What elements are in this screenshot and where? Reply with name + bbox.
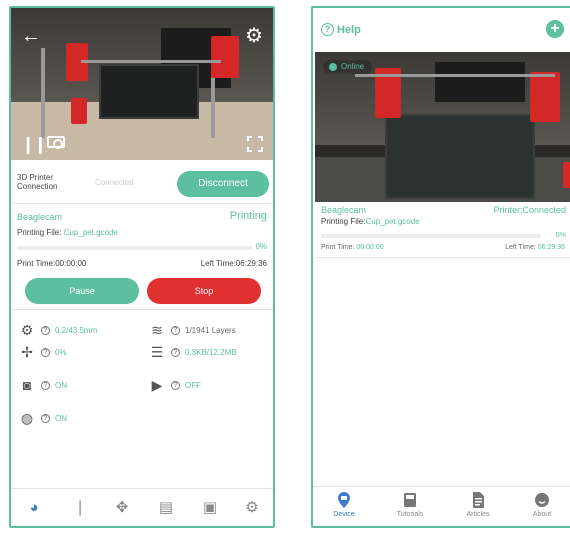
time-row: Print Time:00:00:00 Left Time:06:29:36 — [17, 259, 267, 268]
stop-button[interactable]: Stop — [147, 278, 261, 304]
progress-percent: 0% — [555, 232, 566, 239]
camera-preview[interactable]: Online — [315, 52, 570, 202]
nav-articles-label: Articles — [466, 511, 490, 518]
device-name: Beaglecam — [321, 205, 367, 215]
print-time-label: Print Time: — [321, 244, 355, 251]
device-list-screen: ? Help + Online Beaglecam Printer:Connec… — [311, 6, 570, 528]
settings-icon[interactable]: ⚙ — [243, 499, 261, 517]
recording-value: OFF — [185, 380, 201, 390]
help-icon: ? — [321, 23, 334, 36]
left-time: Left Time:06:29:36 — [200, 259, 267, 268]
timelapse-stat[interactable]: ◙ ? ON — [19, 377, 67, 393]
progress-percent: 0% — [255, 242, 267, 251]
help-icon[interactable]: ? — [41, 347, 50, 357]
plus-icon[interactable]: + — [546, 20, 564, 38]
gear-icon[interactable]: ⚙ — [245, 26, 263, 46]
nav-device-label: Device — [333, 511, 355, 518]
move-icon[interactable]: ✥ — [113, 499, 131, 517]
device-icon — [336, 491, 352, 509]
gcode-icon[interactable]: ▣ — [201, 499, 219, 517]
filament-icon: ⚙ — [20, 322, 34, 338]
time-row: Print Time: 00:00:00 Left Time: 06:29:36 — [321, 244, 565, 251]
book-icon — [402, 491, 418, 509]
online-label: Online — [341, 62, 365, 71]
ai-value: ON — [55, 413, 67, 423]
layers-stat[interactable]: ≋ ? 1/1941 Layers — [149, 322, 236, 338]
help-icon[interactable]: ? — [41, 325, 50, 335]
fullscreen-icon[interactable] — [247, 136, 263, 152]
back-arrow-icon[interactable]: ← — [21, 26, 41, 46]
camera-icon[interactable] — [47, 136, 65, 149]
device-card[interactable]: Online Beaglecam Printer:Connected Print… — [315, 52, 570, 258]
help-icon[interactable]: ? — [171, 325, 180, 335]
nav-tutorials[interactable]: Tutorials — [385, 491, 435, 518]
file-name: Cup_pet.gcode — [63, 228, 118, 237]
ai-icon: ◍ — [20, 410, 34, 426]
database-icon: ☰ — [150, 344, 164, 360]
nozzle-value: 0.2/43.5mm — [55, 325, 98, 335]
nav-about[interactable]: About — [517, 491, 567, 518]
help-icon[interactable]: ? — [171, 380, 180, 390]
recording-stat[interactable]: ▶ ? OFF — [149, 377, 201, 393]
file-label: Printing File: — [17, 228, 62, 237]
storage-value: 0.3KB/12.2MB — [185, 347, 237, 357]
help-link[interactable]: ? Help — [321, 23, 361, 36]
print-state: Printing — [229, 210, 267, 222]
connection-status: Connected — [95, 178, 134, 187]
timelapse-value: ON — [55, 380, 67, 390]
nav-device[interactable]: Device — [319, 491, 369, 518]
pause-button[interactable]: Pause — [25, 278, 139, 304]
help-icon[interactable]: ? — [41, 380, 50, 390]
printing-file: Printing File: Cup_pet.gcode — [17, 228, 118, 237]
bottom-nav: Device Tutorials Articles About — [313, 486, 570, 526]
online-dot — [329, 63, 337, 71]
ai-detection-stat[interactable]: ◍ ? ON — [19, 410, 67, 426]
nozzle-stat[interactable]: ⚙ ? 0.2/43.5mm — [19, 322, 98, 338]
file-label: Printing File: — [321, 217, 366, 226]
printing-file: Printing File:Cup_pet.gcode — [321, 217, 420, 226]
thermometer-icon[interactable]: ❘ — [71, 499, 89, 517]
file-name: Cup_pet.gcode — [365, 217, 420, 226]
document-icon — [470, 491, 486, 509]
bottom-nav: ◕ ❘ ✥ ▤ ▣ ⚙ — [11, 488, 273, 526]
online-badge: Online — [323, 60, 373, 74]
progress-bar — [17, 246, 253, 250]
connection-row: 3D Printer Connection Connected Disconne… — [11, 162, 273, 204]
left-time: 06:29:36 — [537, 244, 565, 251]
help-icon[interactable]: ? — [41, 413, 50, 423]
layers-icon: ≋ — [151, 322, 163, 338]
layers-value: 1/1941 Layers — [185, 325, 236, 335]
camera-feed[interactable]: ← ⚙ ❙❙ — [11, 8, 273, 160]
print-job-section: Beaglecam Printing Printing File: Cup_pe… — [11, 206, 273, 310]
fan-value: 0% — [55, 347, 67, 357]
smiley-icon — [534, 491, 550, 509]
progress-bar — [321, 234, 541, 238]
printer-control-screen: ← ⚙ ❙❙ 3D Printer Connection Connected D… — [9, 6, 275, 528]
connection-label: 3D Printer Connection — [17, 173, 58, 191]
dashboard-icon[interactable]: ◕ — [25, 499, 43, 517]
video-icon: ▶ — [151, 377, 163, 393]
storage-stat[interactable]: ☰ ? 0.3KB/12.2MB — [149, 344, 237, 360]
print-time: Print Time:00:00:00 — [17, 259, 87, 268]
fan-icon: ✢ — [21, 344, 33, 360]
help-icon[interactable]: ? — [171, 347, 180, 357]
disconnect-button[interactable]: Disconnect — [177, 171, 269, 197]
help-label: Help — [337, 23, 361, 36]
nav-tutorials-label: Tutorials — [396, 511, 424, 518]
print-time: 00:00:00 — [356, 244, 384, 251]
camera-name: Beaglecam — [17, 212, 63, 222]
timelapse-camera-icon: ◙ — [22, 377, 32, 393]
printer-status: Printer:Connected — [493, 205, 566, 215]
nav-about-label: About — [532, 511, 552, 518]
pause-icon[interactable]: ❙❙ — [21, 136, 47, 153]
left-time-label: Left Time: — [505, 244, 536, 251]
fan-stat[interactable]: ✢ ? 0% — [19, 344, 67, 360]
files-icon[interactable]: ▤ — [157, 499, 175, 517]
nav-articles[interactable]: Articles — [453, 491, 503, 518]
